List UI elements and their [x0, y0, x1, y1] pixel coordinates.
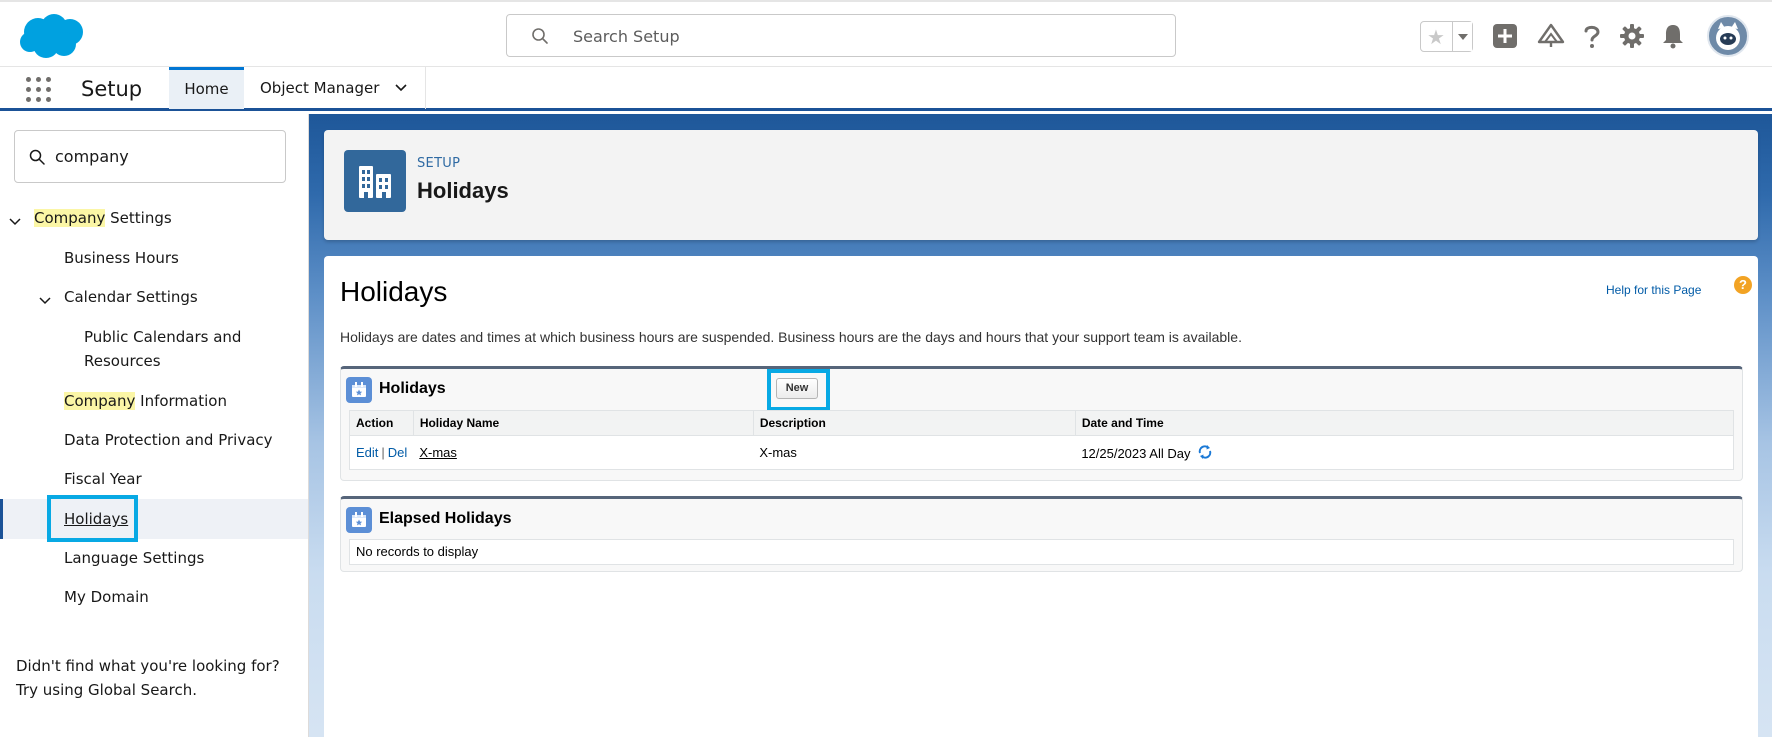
plus-icon[interactable] — [1491, 22, 1519, 50]
search-icon — [532, 28, 548, 44]
gear-icon[interactable] — [1618, 22, 1646, 50]
column-header: Action — [349, 410, 414, 436]
chevron-down-icon[interactable] — [39, 297, 51, 305]
bell-icon[interactable] — [1659, 22, 1687, 50]
related-list-title: Elapsed Holidays — [379, 510, 512, 527]
column-header: Description — [753, 410, 1076, 436]
date-time-value: 12/25/2023 All Day — [1081, 446, 1191, 461]
avatar-astro-icon — [1716, 22, 1740, 50]
tab-object-manager-label: Object Manager — [260, 79, 380, 97]
page-title: Holidays — [417, 178, 509, 203]
help-icon[interactable] — [1578, 22, 1606, 50]
related-list-title: Holidays — [379, 380, 446, 397]
salesforce-logo[interactable] — [16, 10, 88, 60]
annotation-highlight-box — [47, 495, 138, 542]
tab-home[interactable]: Home — [169, 67, 244, 109]
holiday-name-cell: X-mas — [413, 436, 753, 470]
sidebar-item-label: Resources — [84, 352, 161, 370]
star-icon: ★ — [1427, 27, 1445, 49]
page-eyebrow: SETUP — [417, 156, 461, 171]
search-placeholder: Search Setup — [573, 27, 680, 46]
chevron-down-icon[interactable] — [395, 84, 407, 92]
column-header: Holiday Name — [413, 410, 754, 436]
help-link[interactable]: Help for this Page — [1606, 283, 1701, 297]
app-name: Setup — [81, 77, 143, 101]
main-card: Holidays Help for this Page ? Holidays a… — [324, 256, 1758, 737]
sidebar-item-label: Public Calendars and — [84, 328, 242, 346]
sidebar-item-company-settings[interactable]: Company Settings — [34, 206, 172, 230]
sidebar-item-business-hours[interactable]: Business Hours — [64, 246, 179, 270]
column-header: Date and Time — [1075, 410, 1734, 436]
trailhead-icon[interactable] — [1537, 22, 1565, 50]
holidays-related-list: Holidays New Action Holiday Name Descrip… — [340, 366, 1743, 481]
tab-home-label: Home — [184, 80, 229, 98]
help-icon[interactable]: ? — [1734, 276, 1752, 294]
sidebar-item-public-calendars[interactable]: Public Calendars and Resources — [84, 325, 241, 373]
action-cell: Edit | Del — [350, 436, 414, 470]
calendar-icon — [346, 507, 372, 533]
section-title: Holidays — [340, 276, 448, 307]
elapsed-holidays-related-list: Elapsed Holidays No records to display — [340, 496, 1743, 572]
quick-find-input[interactable] — [55, 145, 275, 167]
delete-link[interactable]: Del — [388, 445, 408, 460]
sidebar-item-calendar-settings[interactable]: Calendar Settings — [64, 285, 198, 309]
sidebar-item-data-protection[interactable]: Data Protection and Privacy — [64, 428, 273, 452]
search-hint-line: Try using Global Search. — [16, 681, 197, 699]
favorites-button[interactable]: ★ — [1420, 21, 1473, 52]
sidebar-item-my-domain[interactable]: My Domain — [64, 585, 149, 609]
holidays-table: Action Holiday Name Description Date and… — [349, 410, 1734, 470]
edit-link[interactable]: Edit — [356, 445, 378, 460]
search-hint: Didn't find what you're looking for? Try… — [16, 654, 280, 702]
empty-state-text: No records to display — [349, 539, 1734, 565]
search-hint-line: Didn't find what you're looking for? — [16, 657, 280, 675]
table-header-row: Action Holiday Name Description Date and… — [349, 410, 1734, 436]
favorites-dropdown-icon[interactable] — [1452, 22, 1472, 51]
annotation-highlight-box — [767, 369, 830, 411]
global-header: Search Setup ★ — [0, 0, 1772, 66]
page-description: Holidays are dates and times at which bu… — [340, 329, 1242, 345]
description-cell: X-mas — [759, 445, 797, 460]
table-row: Edit | Del X-mas X-mas 12/25/2023 All Day — [350, 436, 1734, 470]
date-time-cell: 12/25/2023 All Day — [1075, 436, 1733, 470]
sidebar-item-fiscal-year[interactable]: Fiscal Year — [64, 467, 142, 491]
global-search[interactable]: Search Setup — [506, 14, 1176, 57]
recurring-icon — [1198, 445, 1212, 459]
sidebar-item-language-settings[interactable]: Language Settings — [64, 546, 204, 570]
app-nav-bar: Setup Home Object Manager — [0, 66, 1772, 111]
search-highlight: Company — [64, 392, 136, 410]
chevron-down-icon[interactable] — [9, 218, 21, 226]
tab-object-manager[interactable]: Object Manager — [244, 67, 426, 109]
app-launcher-icon[interactable] — [26, 77, 52, 103]
search-highlight: Company — [34, 209, 106, 227]
holiday-name-link[interactable]: X-mas — [419, 445, 457, 460]
setup-sidebar: Company Settings Business Hours Calendar… — [0, 114, 309, 737]
calendar-icon — [346, 377, 372, 403]
sidebar-item-label: Settings — [105, 209, 172, 227]
separator: | — [381, 445, 385, 460]
sidebar-item-company-information[interactable]: Company Information — [64, 389, 227, 413]
building-icon — [344, 150, 406, 212]
search-icon — [29, 149, 45, 165]
avatar[interactable] — [1707, 15, 1749, 57]
sidebar-item-label: Information — [135, 392, 227, 410]
quick-find[interactable] — [14, 130, 286, 183]
page-header: SETUP Holidays — [324, 130, 1758, 240]
